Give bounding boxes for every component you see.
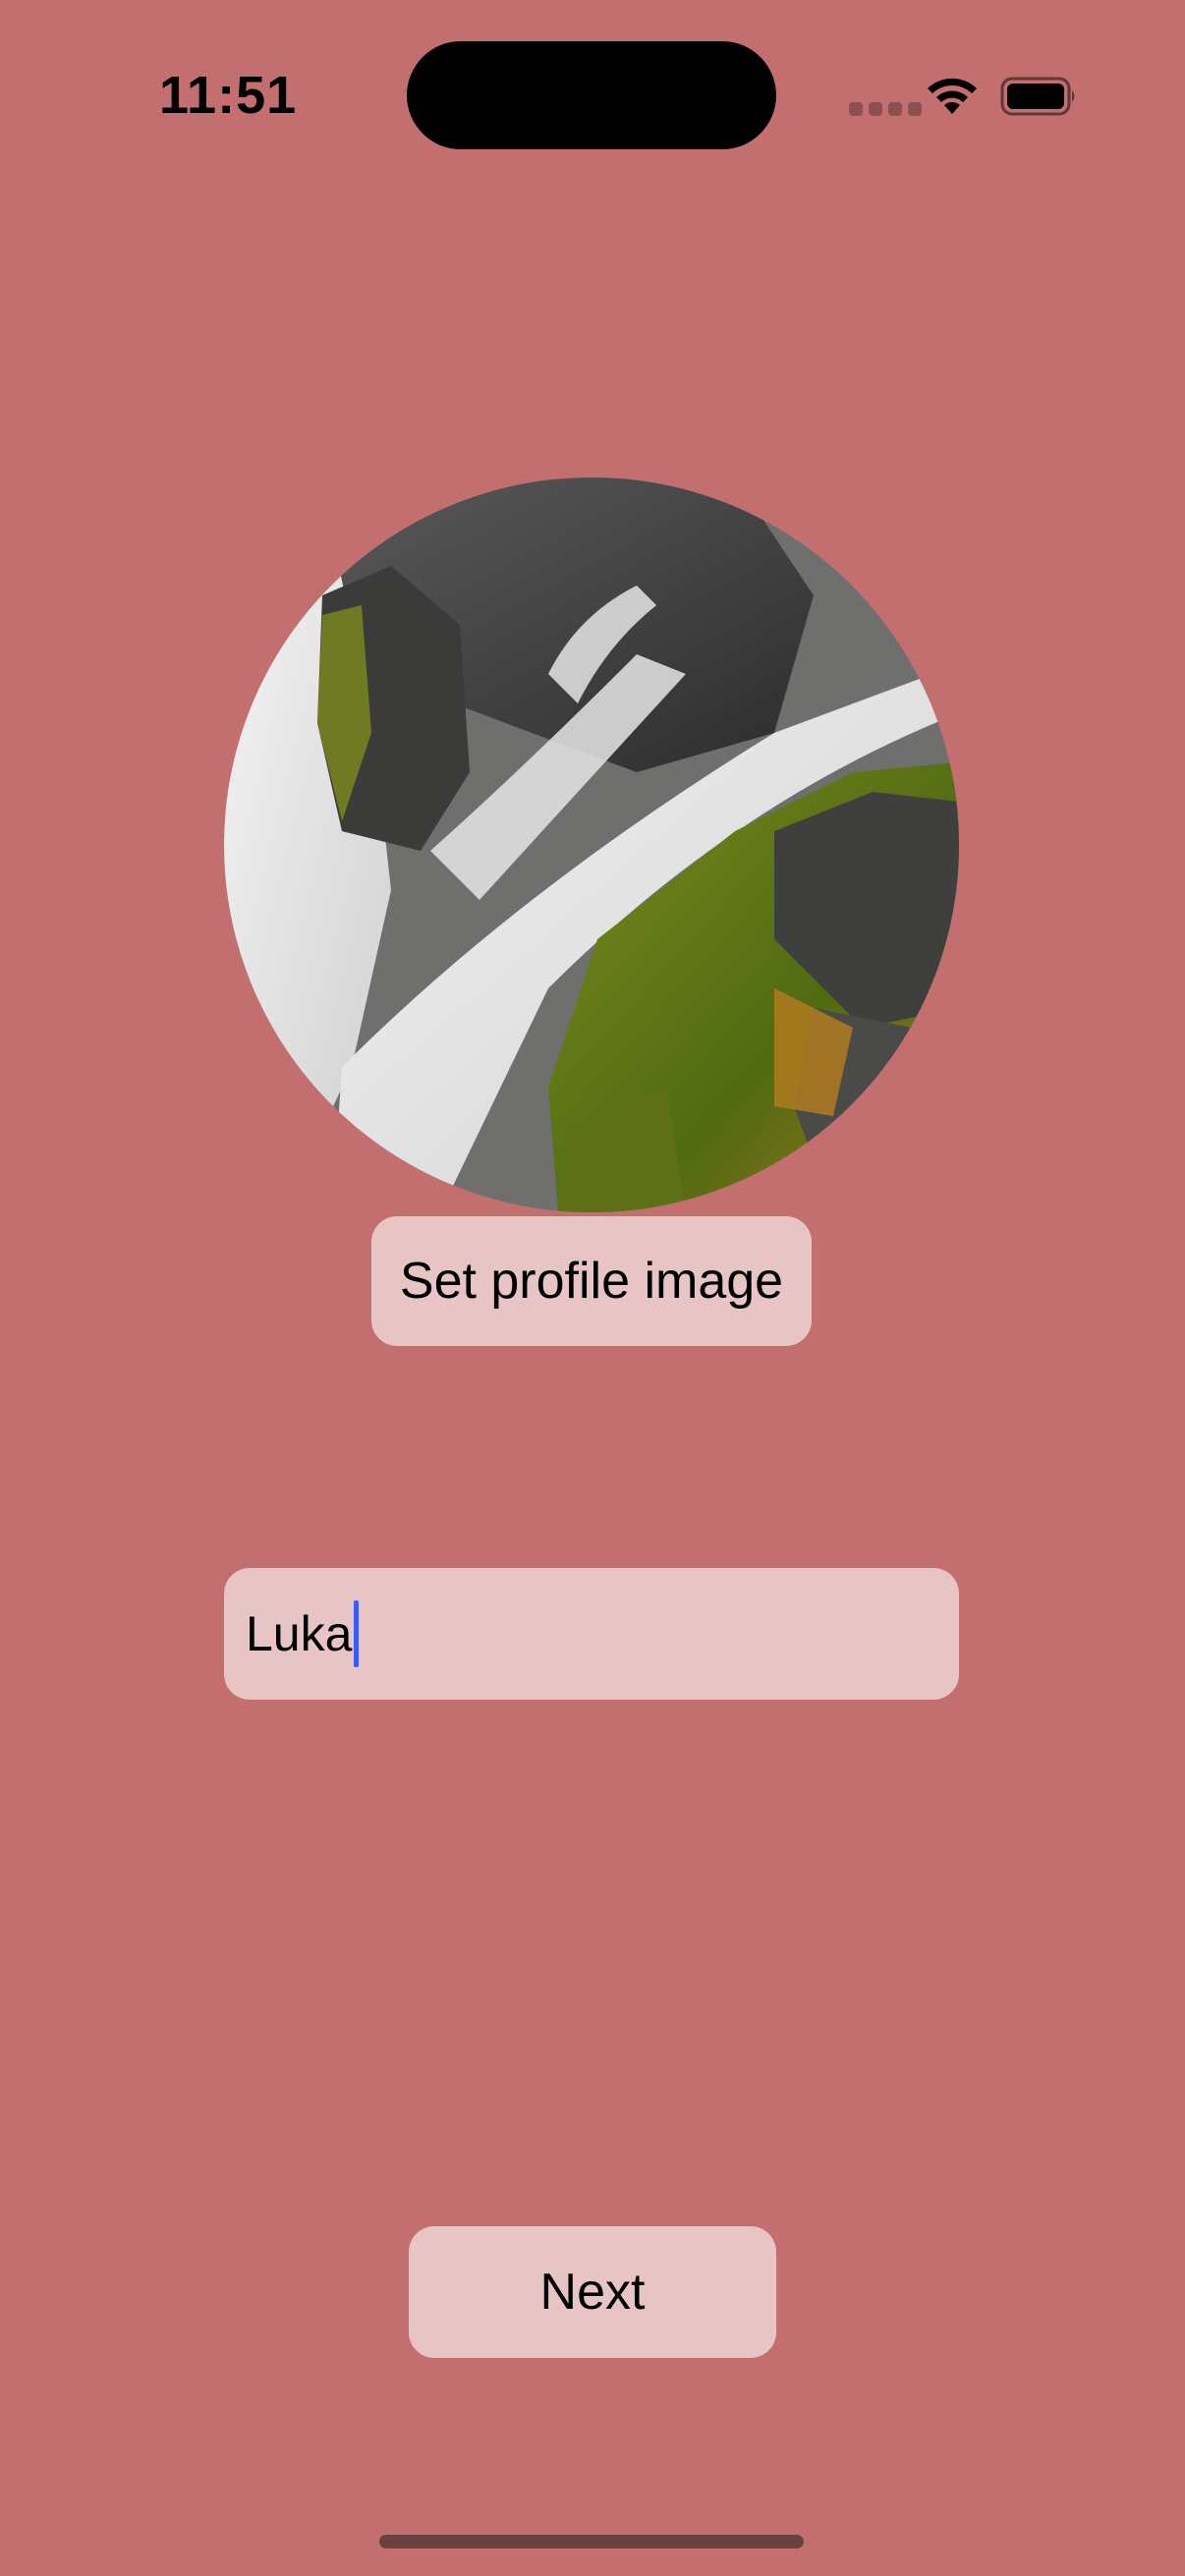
- next-button[interactable]: Next: [409, 2226, 776, 2358]
- cellular-signal-icon: [849, 102, 922, 116]
- text-cursor: [354, 1600, 360, 1667]
- dynamic-island: [407, 41, 776, 149]
- waterfall-photo-icon: [224, 477, 959, 1212]
- profile-image: [224, 477, 959, 1212]
- name-field[interactable]: Luka: [224, 1568, 959, 1700]
- set-profile-image-button[interactable]: Set profile image: [371, 1216, 812, 1346]
- next-button-label: Next: [539, 2264, 646, 2321]
- battery-icon: [1000, 77, 1075, 116]
- status-time: 11:51: [159, 66, 298, 125]
- wifi-icon: [928, 78, 977, 114]
- set-profile-image-label: Set profile image: [399, 1253, 784, 1310]
- name-field-value[interactable]: Luka: [246, 1605, 352, 1662]
- home-indicator[interactable]: [379, 2535, 804, 2548]
